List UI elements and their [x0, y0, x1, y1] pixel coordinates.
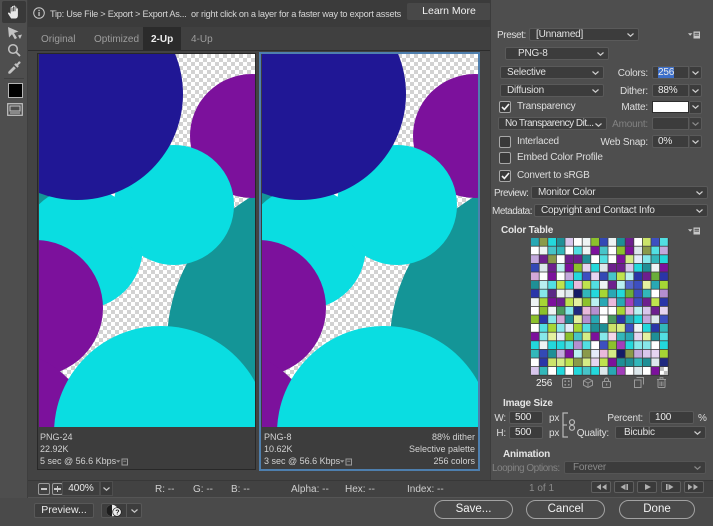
svg-text:?: ?: [115, 510, 119, 517]
